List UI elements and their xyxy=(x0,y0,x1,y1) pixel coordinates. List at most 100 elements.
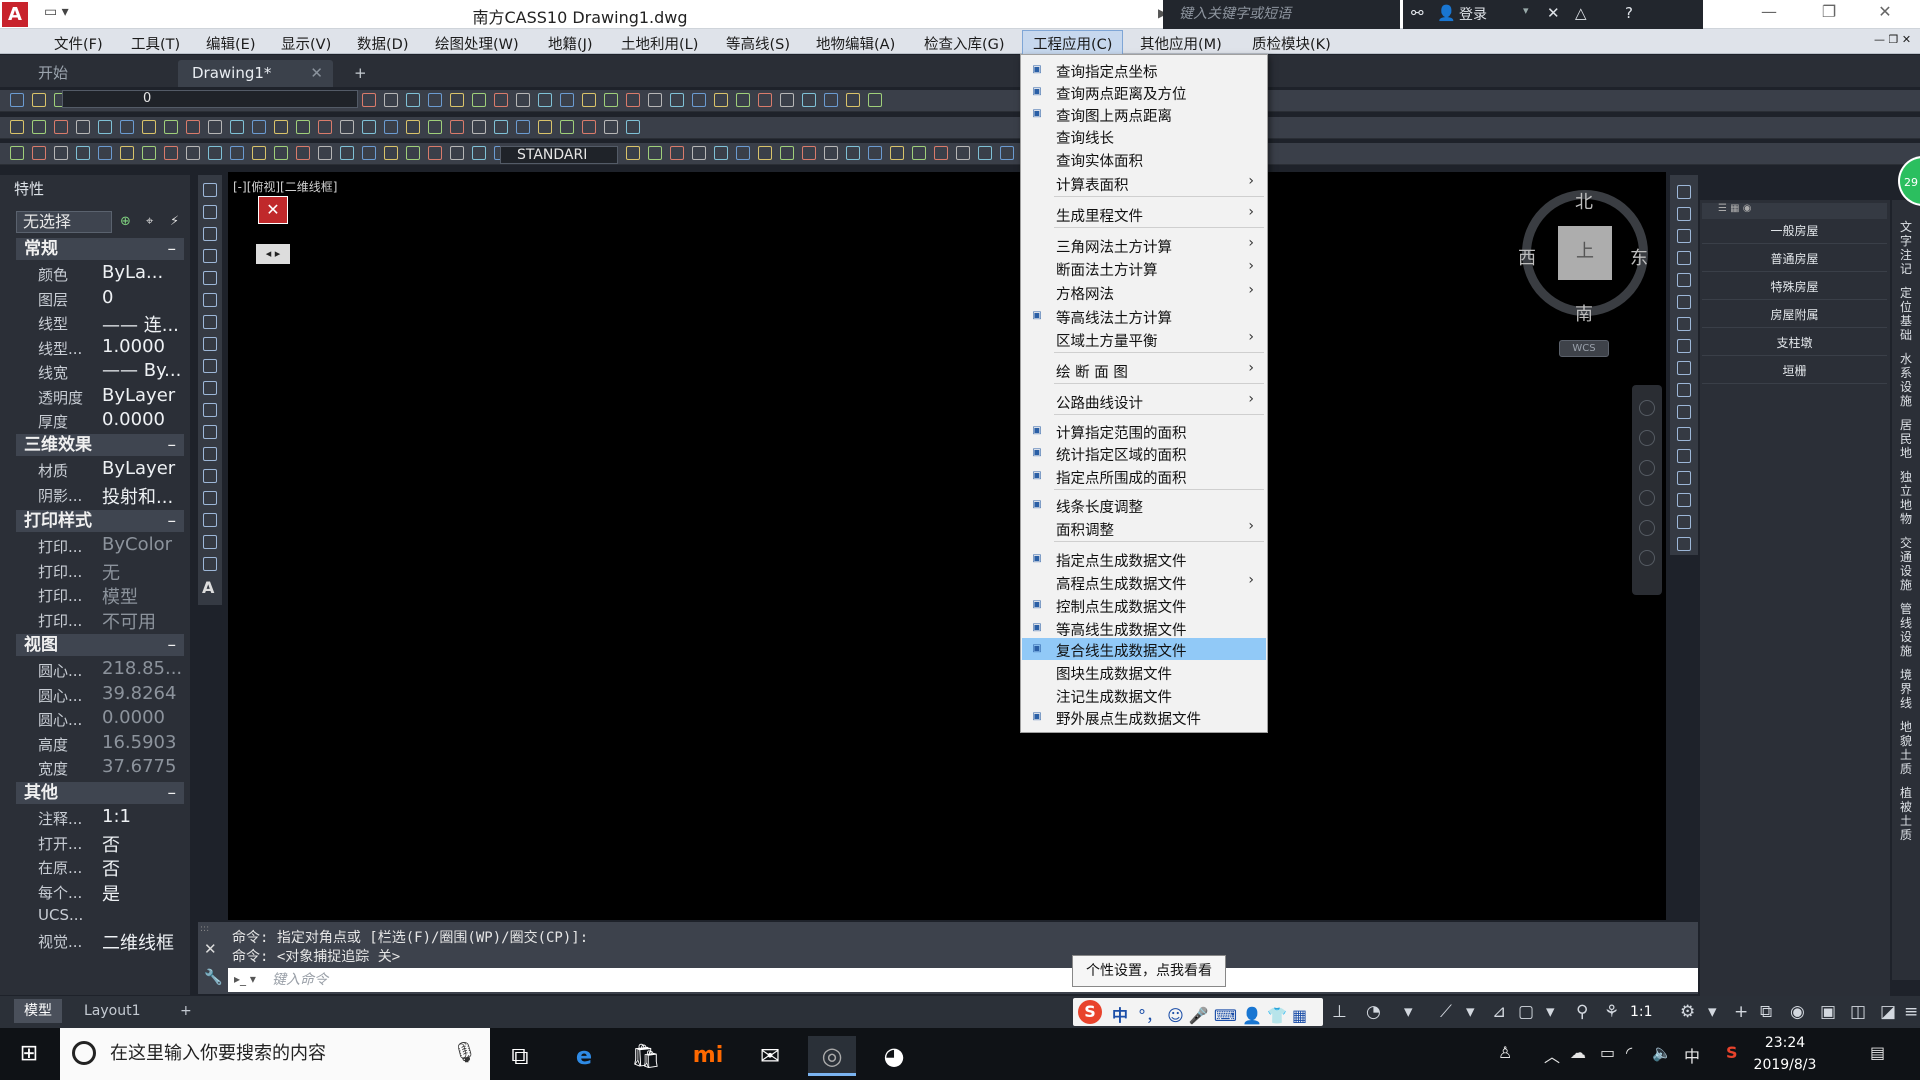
toolbar-tool-icon[interactable] xyxy=(648,93,662,107)
toolbar-tool-icon[interactable] xyxy=(494,93,508,107)
property-row[interactable]: 打印... 无 xyxy=(16,561,184,585)
modify-tool-icon[interactable] xyxy=(1677,317,1691,331)
toolbar-tool-icon[interactable] xyxy=(538,120,552,134)
toolbar-tool-icon[interactable] xyxy=(450,146,464,160)
menu-item[interactable]: 绘 断 面 图 › xyxy=(1022,359,1266,381)
toolbar-tool-icon[interactable] xyxy=(10,93,24,107)
app-avatar-icon[interactable]: ◕ xyxy=(870,1036,918,1076)
menu-file[interactable]: 文件(F) xyxy=(54,33,103,54)
text-style-dropdown[interactable]: STANDARI xyxy=(500,146,618,164)
feature-category-item[interactable]: 房屋附属 xyxy=(1702,302,1887,328)
draw-tool-icon[interactable] xyxy=(203,447,217,461)
status-toggle-icon[interactable]: ◪ xyxy=(1880,1002,1896,1022)
menu-draw-process[interactable]: 绘图处理(W) xyxy=(435,33,519,54)
toolbar-tool-icon[interactable] xyxy=(978,146,992,160)
navigation-tool-icon[interactable] xyxy=(1639,550,1655,566)
toolbar-tool-icon[interactable] xyxy=(76,146,90,160)
menu-item[interactable]: 区域土方量平衡 › xyxy=(1022,328,1266,350)
toolbar-tool-icon[interactable] xyxy=(1000,146,1014,160)
toolbar-tool-icon[interactable] xyxy=(164,120,178,134)
menu-item[interactable]: ▣ 计算指定范围的面积 xyxy=(1022,420,1266,442)
drawing-canvas[interactable] xyxy=(228,172,1666,920)
feature-category-item[interactable]: 普通房屋 xyxy=(1702,246,1887,272)
draw-tool-icon[interactable] xyxy=(203,381,217,395)
property-value[interactable]: 否 xyxy=(102,855,200,881)
toolbar-tool-icon[interactable] xyxy=(560,120,574,134)
status-toggle-icon[interactable]: ⚘ xyxy=(1604,1002,1619,1022)
tray-expand-icon[interactable]: ︿ xyxy=(1544,1043,1560,1067)
action-center-icon[interactable]: ▤ xyxy=(1870,1043,1885,1062)
draw-tool-icon[interactable] xyxy=(203,491,217,505)
toolbar-tool-icon[interactable] xyxy=(604,93,618,107)
volume-icon[interactable]: 🔈 xyxy=(1652,1043,1672,1062)
select-objects-icon[interactable]: ⌖ xyxy=(146,214,153,229)
menu-item[interactable]: 高程点生成数据文件 › xyxy=(1022,571,1266,593)
property-row[interactable]: 圆心... 218.85... xyxy=(16,658,184,684)
vertical-tab[interactable]: 独立地物 xyxy=(1898,470,1914,526)
draw-tool-icon[interactable] xyxy=(203,249,217,263)
toolbar-tool-icon[interactable] xyxy=(406,146,420,160)
scroll-arrows-icon[interactable]: ◂ ▸ xyxy=(256,244,290,264)
toolbar-tool-icon[interactable] xyxy=(142,146,156,160)
toolbar-tool-icon[interactable] xyxy=(846,146,860,160)
status-toggle-icon[interactable]: ⊥ xyxy=(1332,1002,1347,1022)
menu-item[interactable]: ▣ 控制点生成数据文件 xyxy=(1022,594,1266,616)
modify-tool-icon[interactable] xyxy=(1677,449,1691,463)
property-value[interactable]: 1.0000 xyxy=(102,336,200,357)
toolbar-tool-icon[interactable] xyxy=(428,93,442,107)
wrench-icon[interactable]: 🔧 xyxy=(204,968,223,986)
property-value[interactable]: 16.5903 xyxy=(102,732,200,753)
selection-dropdown[interactable]: 无选择 xyxy=(16,211,112,233)
tab-layout1[interactable]: Layout1 xyxy=(74,999,151,1023)
property-row[interactable]: 高度 16.5903 xyxy=(16,732,184,758)
user-icon[interactable]: 👤 xyxy=(1437,4,1456,22)
toolbar-tool-icon[interactable] xyxy=(604,120,618,134)
toolbar-tool-icon[interactable] xyxy=(274,120,288,134)
toolbar-tool-icon[interactable] xyxy=(846,93,860,107)
feature-category-item[interactable]: 一般房屋 xyxy=(1702,218,1887,244)
toolbar-tool-icon[interactable] xyxy=(120,120,134,134)
toggle-pickadd-icon[interactable]: ⊕ xyxy=(120,214,131,229)
status-toggle-icon[interactable]: ▾ xyxy=(1708,1002,1717,1022)
toolbar-tool-icon[interactable] xyxy=(384,120,398,134)
toolbar-tool-icon[interactable] xyxy=(120,146,134,160)
toolbar-tool-icon[interactable] xyxy=(406,120,420,134)
edge-icon[interactable]: e xyxy=(560,1036,608,1076)
property-value[interactable]: 39.8264 xyxy=(102,683,200,704)
property-row[interactable]: 阴影... 投射和... xyxy=(16,485,184,509)
restore-icon[interactable]: ❐ xyxy=(1806,2,1852,26)
toolbar-tool-icon[interactable] xyxy=(758,93,772,107)
command-prompt-icon[interactable]: ▸_ ▾ xyxy=(234,972,256,986)
collapse-icon[interactable]: – xyxy=(168,634,177,656)
menu-item[interactable]: 注记生成数据文件 xyxy=(1022,684,1266,706)
menu-item[interactable]: ▣ 指定点所围成的面积 xyxy=(1022,465,1266,487)
menu-item[interactable]: 方格网法 › xyxy=(1022,281,1266,303)
cass-app-icon[interactable]: ◎ xyxy=(808,1036,856,1076)
menu-item[interactable]: ▣ 等高线生成数据文件 xyxy=(1022,617,1266,639)
vertical-tab[interactable]: 居民地 xyxy=(1898,418,1914,460)
toolbar-tool-icon[interactable] xyxy=(780,146,794,160)
text-tool-icon[interactable]: A xyxy=(202,578,214,597)
binoculars-icon[interactable]: ⚯ xyxy=(1411,4,1424,22)
status-toggle-icon[interactable]: ◫ xyxy=(1850,1002,1866,1022)
toolbar-tool-icon[interactable] xyxy=(274,146,288,160)
toolbar-tool-icon[interactable] xyxy=(912,146,926,160)
property-value[interactable]: 二维线框 xyxy=(102,929,200,955)
people-icon[interactable]: ♙ xyxy=(1498,1043,1512,1062)
task-view-icon[interactable]: ⧉ xyxy=(496,1036,544,1076)
property-row[interactable]: UCS... xyxy=(16,906,184,930)
modify-tool-icon[interactable] xyxy=(1677,273,1691,287)
property-value[interactable]: 投射和... xyxy=(102,483,200,509)
compass-west[interactable]: 西 xyxy=(1518,244,1536,270)
mdi-controls[interactable]: — ❐ ✕ xyxy=(1874,33,1911,46)
tab-start[interactable]: 开始 xyxy=(24,60,174,87)
property-value[interactable]: 0 xyxy=(102,287,200,308)
property-value[interactable]: 无 xyxy=(102,559,200,585)
input-language[interactable]: 中 xyxy=(1684,1043,1700,1067)
toolbar-tool-icon[interactable] xyxy=(802,146,816,160)
draw-tool-icon[interactable] xyxy=(203,293,217,307)
menu-item[interactable]: ▣ 统计指定区域的面积 xyxy=(1022,442,1266,464)
onedrive-icon[interactable]: ☁ xyxy=(1570,1043,1586,1062)
property-value[interactable]: 0.0000 xyxy=(102,707,200,728)
modify-tool-icon[interactable] xyxy=(1677,515,1691,529)
